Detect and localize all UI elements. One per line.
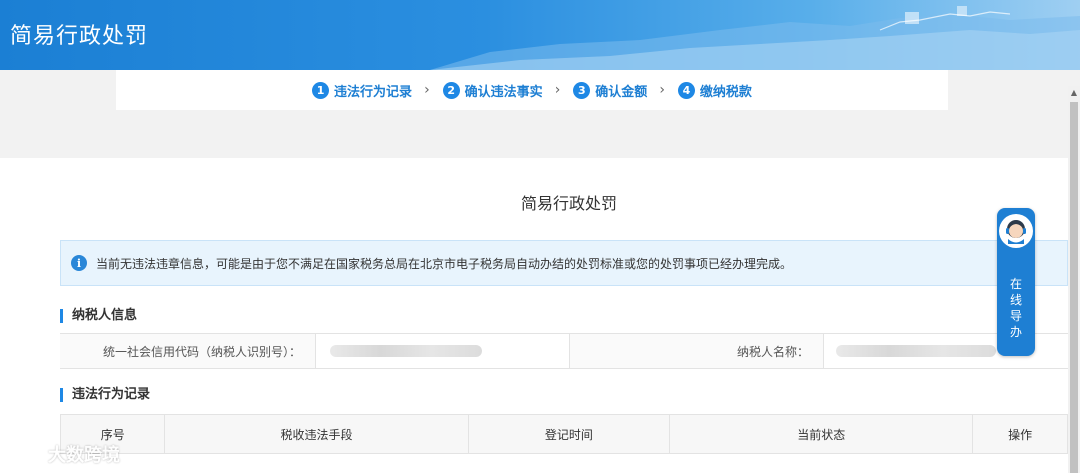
page-title: 简易行政处罚 <box>520 194 617 213</box>
step-2: 2 确认违法事实 <box>442 81 543 100</box>
column-header-status: 当前状态 <box>669 414 974 454</box>
redacted-value <box>330 345 482 357</box>
step-label: 确认违法事实 <box>464 84 543 100</box>
redacted-value <box>836 345 996 357</box>
step-3: 3 确认金额 <box>573 81 647 100</box>
guide-avatar-icon <box>999 214 1033 248</box>
step-label: 确认金额 <box>595 84 648 100</box>
column-header-method: 税收违法手段 <box>164 414 469 454</box>
step-number-badge: 3 <box>573 81 591 99</box>
chevron-right-icon: › <box>659 82 665 98</box>
table-header-row: 序号 税收违法手段 登记时间 当前状态 操作 <box>59 414 1068 454</box>
watermark-text: 大数跨境 <box>48 445 120 466</box>
credit-code-label: 统一社会信用代码（纳税人识别号）： <box>60 334 316 368</box>
taxpayer-info-row: 统一社会信用代码（纳税人识别号）： 纳税人名称： <box>60 333 1068 369</box>
column-header-actions: 操作 <box>972 414 1068 454</box>
scroll-up-arrow-icon[interactable]: ▲ <box>1068 86 1080 100</box>
step-4: 4 缴纳税款 <box>677 81 752 100</box>
records-section-heading: 违法行为记录 <box>60 388 150 402</box>
step-number-badge: 1 <box>312 81 330 99</box>
info-notice: i 当前无违法违章信息，可能是由于您不满足在国家税务总局在北京市电子税务局自动办… <box>60 240 1068 286</box>
chevron-right-icon: › <box>424 82 430 98</box>
step-number-badge: 4 <box>677 81 695 99</box>
column-header-register-time: 登记时间 <box>467 414 671 454</box>
watermark: 大数跨境 <box>10 441 120 467</box>
guide-label: 在线导办 <box>1009 277 1022 339</box>
chevron-right-icon: › <box>554 82 561 98</box>
great-wall-banner-art <box>430 6 1080 70</box>
progress-steps: 1 违法行为记录 › 2 确认违法事实 › 3 确认金额 › 4 缴纳税款 <box>116 70 948 110</box>
violation-records-table: 序号 税收违法手段 登记时间 当前状态 操作 <box>59 414 1068 454</box>
app-header: 简易行政处罚 <box>0 0 1080 70</box>
notice-text: 当前无违法违章信息，可能是由于您不满足在国家税务总局在北京市电子税务局自动办结的… <box>96 256 793 271</box>
online-guide-button[interactable]: 在线导办 <box>997 208 1035 356</box>
step-label: 缴纳税款 <box>699 84 752 100</box>
credit-code-value <box>316 334 570 368</box>
step-label: 违法行为记录 <box>334 84 413 100</box>
main-panel: 简易行政处罚 i 当前无违法违章信息，可能是由于您不满足在国家税务总局在北京市电… <box>0 158 1068 473</box>
app-title: 简易行政处罚 <box>10 24 149 49</box>
info-icon: i <box>71 255 87 271</box>
watermark-logo-icon <box>11 444 39 462</box>
taxpayer-section-heading: 纳税人信息 <box>60 309 137 323</box>
step-number-badge: 2 <box>442 81 460 99</box>
scroll-thumb[interactable] <box>1070 102 1078 473</box>
taxpayer-name-label: 纳税人名称： <box>570 334 824 368</box>
step-1: 1 违法行为记录 <box>312 81 412 100</box>
page-scrollbar[interactable]: ▲ <box>1068 86 1080 473</box>
